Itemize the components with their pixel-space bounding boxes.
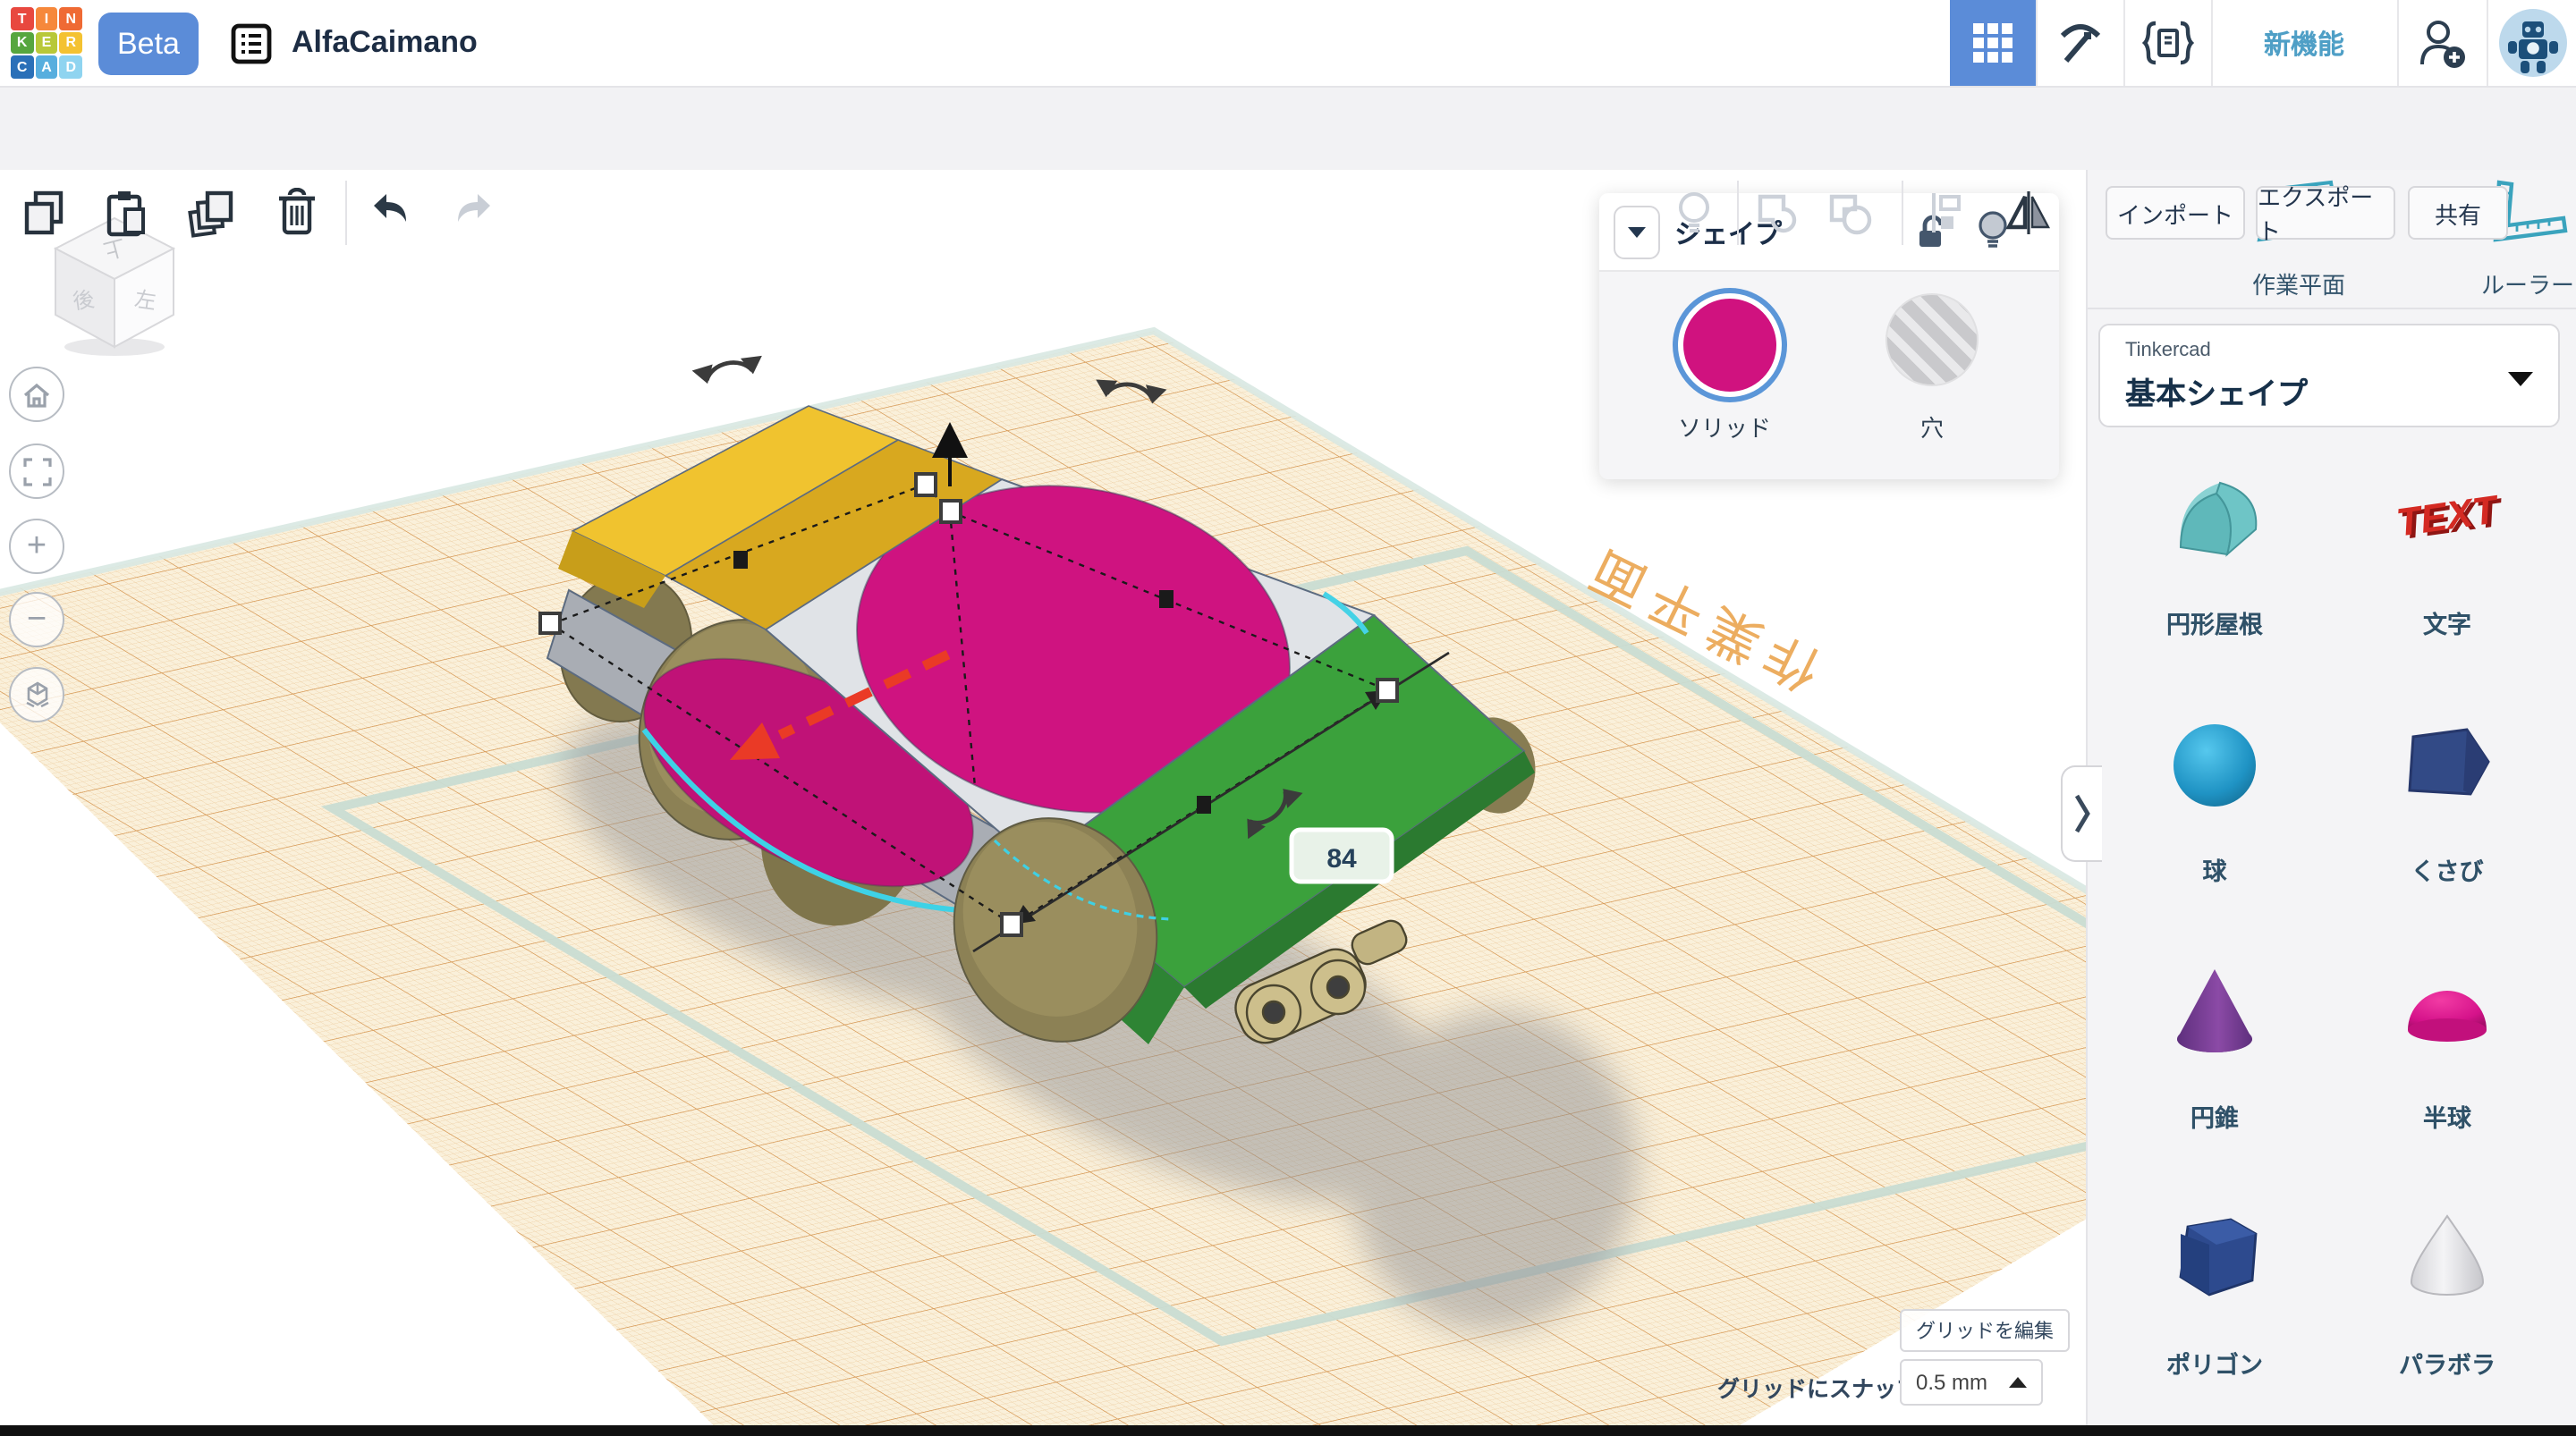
group-button[interactable]	[1753, 188, 1803, 238]
pickaxe-icon	[2057, 20, 2104, 66]
snap-grid-label: グリッドにスナップ	[1717, 1370, 1919, 1404]
share-button[interactable]: 共有	[2408, 186, 2508, 240]
text-shape-icon: TEXT TEXT	[2376, 461, 2519, 579]
copy-button[interactable]	[20, 188, 70, 238]
ungroup-button[interactable]	[1825, 188, 1875, 238]
invite-user-button[interactable]	[2399, 0, 2485, 86]
dimension-badge[interactable]: 84	[1292, 830, 1392, 882]
polygon-icon	[2156, 1202, 2274, 1320]
corner-handle[interactable]	[1002, 914, 1021, 935]
duplicate-button[interactable]	[186, 188, 236, 238]
home-view-button[interactable]	[9, 367, 64, 422]
align-button[interactable]	[1925, 188, 1975, 238]
codeblocks-icon	[2141, 20, 2195, 66]
snap-grid-value: 0.5 mm	[1916, 1370, 1987, 1395]
wedge-icon	[2388, 708, 2506, 826]
design-list-icon[interactable]	[231, 23, 272, 64]
solid-color-swatch[interactable]	[1678, 293, 1782, 397]
avatar-robot-icon	[2499, 9, 2567, 77]
hole-label: 穴	[1860, 410, 2004, 443]
import-button[interactable]: インポート	[2106, 186, 2245, 240]
account-avatar[interactable]	[2490, 0, 2576, 86]
new-features-link[interactable]: 新機能	[2213, 0, 2395, 86]
svg-text:後: 後	[72, 287, 97, 314]
fit-view-button[interactable]	[9, 443, 64, 499]
blocks-editor-button[interactable]	[1950, 0, 2036, 86]
zoom-in-button[interactable]: +	[9, 519, 64, 574]
sidebar-collapse-tab[interactable]	[2061, 765, 2102, 862]
round-roof-icon	[2156, 461, 2274, 579]
divider	[2088, 308, 2576, 309]
chevron-down-icon	[1628, 227, 1646, 238]
shape-item-paraboloid[interactable]: パラボラ	[2331, 1184, 2563, 1431]
codeblocks-button[interactable]	[2125, 0, 2211, 86]
redo-button[interactable]	[451, 188, 501, 238]
shape-item-hemisphere[interactable]: 半球	[2331, 937, 2563, 1184]
hemisphere-icon	[2388, 955, 2506, 1073]
mirror-button[interactable]	[2004, 188, 2054, 238]
delete-button[interactable]	[272, 188, 322, 238]
paste-button[interactable]	[102, 188, 152, 238]
export-button[interactable]: エクスポート	[2256, 186, 2395, 240]
shape-item-wedge[interactable]: くさび	[2331, 690, 2563, 937]
scale-handle[interactable]	[1197, 796, 1211, 814]
caret-up-icon	[2009, 1377, 2027, 1388]
solid-label: ソリッド	[1653, 410, 1796, 443]
corner-handle[interactable]	[540, 613, 560, 633]
shape-item-cone[interactable]: 円錐	[2098, 937, 2331, 1184]
light-toggle-button[interactable]	[1669, 188, 1719, 238]
shape-item-sphere[interactable]: 球	[2098, 690, 2331, 937]
chevron-right-icon	[2073, 790, 2091, 837]
edit-toolbar: インポート エクスポート 共有	[0, 86, 2576, 170]
sphere-icon	[2156, 708, 2274, 826]
bottom-edge-bar	[0, 1425, 2576, 1436]
tinkercad-app: 作業平面	[0, 0, 2576, 1436]
rotate-handle[interactable]	[691, 354, 765, 386]
app-header: T I N K E R C A D Beta AlfaCaimano	[0, 0, 2576, 88]
hole-swatch[interactable]	[1885, 293, 1979, 386]
shape-library-select[interactable]: Tinkercad 基本シェイプ	[2098, 324, 2560, 427]
cone-icon	[2156, 955, 2274, 1073]
shape-item-text[interactable]: TEXT TEXT 文字	[2331, 443, 2563, 690]
chevron-down-icon	[2508, 372, 2533, 386]
beta-badge[interactable]: Beta	[98, 13, 199, 75]
shape-item-round-roof[interactable]: 円形屋根	[2098, 443, 2331, 690]
design-title: AlfaCaimano	[292, 0, 478, 86]
edit-grid-button[interactable]: グリッドを編集	[1900, 1309, 2070, 1352]
scale-handle[interactable]	[733, 551, 748, 569]
shape-library-sidebar: 作業平面 ルーラー Tinkercad 基本シェイプ 円形屋根	[2086, 170, 2576, 1436]
scale-handle[interactable]	[1159, 590, 1174, 608]
shape-gallery: 円形屋根 TEXT TEXT 文字 球	[2098, 443, 2563, 1431]
corner-handle[interactable]	[1377, 680, 1397, 701]
height-handle[interactable]	[916, 474, 936, 495]
minecraft-export-button[interactable]	[2038, 0, 2123, 86]
snap-grid-select[interactable]: 0.5 mm	[1900, 1359, 2043, 1406]
svg-text:左: 左	[133, 287, 158, 314]
tinkercad-logo[interactable]: T I N K E R C A D	[11, 7, 82, 79]
library-brand: Tinkercad	[2125, 340, 2211, 361]
undo-button[interactable]	[363, 188, 413, 238]
zoom-out-button[interactable]: −	[9, 592, 64, 647]
corner-handle[interactable]	[941, 501, 961, 522]
person-add-icon	[2417, 18, 2467, 68]
library-name: 基本シェイプ	[2125, 368, 2308, 413]
paraboloid-icon	[2388, 1202, 2506, 1320]
grid-icon	[1973, 23, 2012, 63]
collapse-panel-button[interactable]	[1614, 206, 1660, 259]
perspective-toggle-button[interactable]	[9, 667, 64, 722]
shape-item-polygon[interactable]: ポリゴン	[2098, 1184, 2331, 1431]
dimension-value: 84	[1326, 844, 1357, 874]
